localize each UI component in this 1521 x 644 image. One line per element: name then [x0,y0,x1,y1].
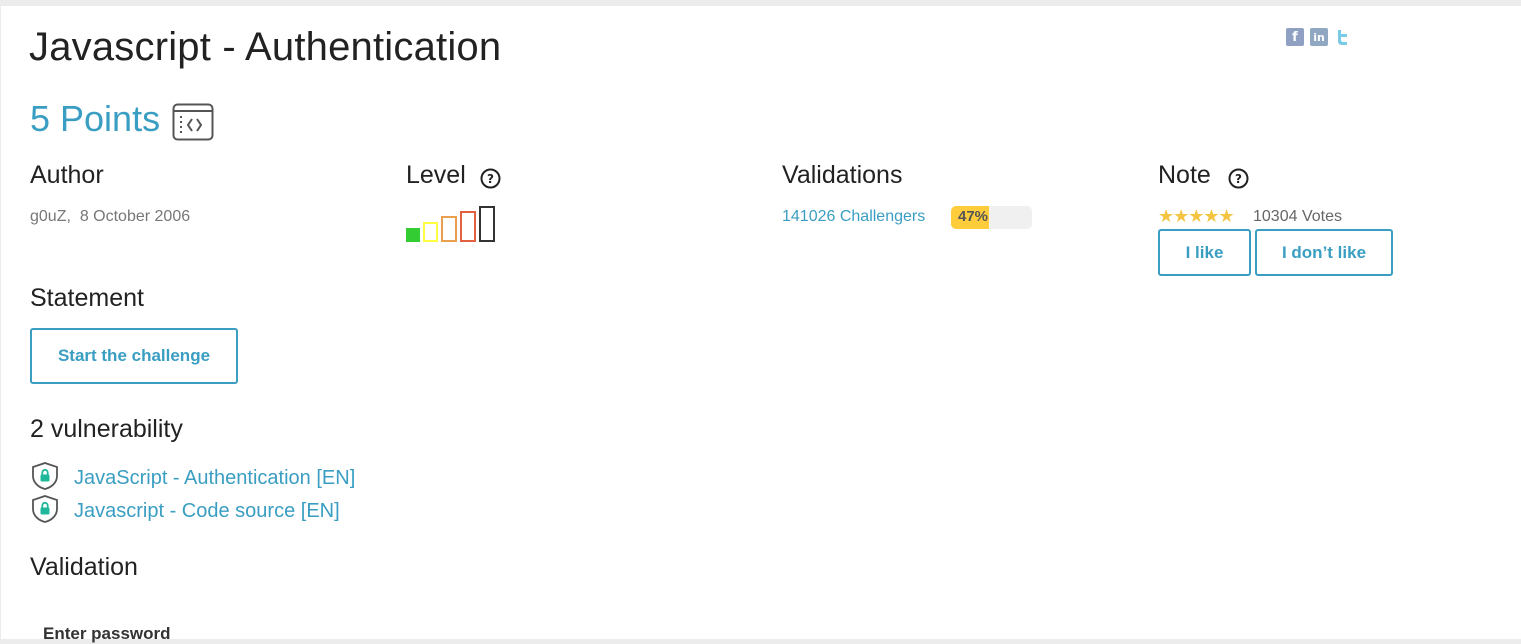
like-button[interactable]: I like [1158,229,1251,276]
challenge-card [1,6,1521,639]
level-help-glyph: ? [487,172,494,186]
vulnerability-item[interactable]: JavaScript - Authentication [EN] [30,461,355,496]
author-info: g0uZ, 8 October 2006 [30,208,191,225]
note-help-icon[interactable]: ? [1228,168,1249,194]
vulnerability-link[interactable]: JavaScript - Authentication [EN] [74,467,355,490]
dislike-button[interactable]: I don’t like [1255,229,1393,276]
level-bar-3 [441,216,457,242]
rating-stars: ★★★★★ [1158,206,1235,226]
level-help-icon[interactable]: ? [480,168,501,194]
validation-heading: Validation [30,553,138,581]
level-bar-2 [423,222,438,242]
web-client-code-icon [172,103,214,146]
facebook-icon[interactable]: f [1286,28,1304,46]
linkedin-icon[interactable]: in [1310,28,1328,46]
page-title: Javascript - Authentication [29,25,502,69]
author-date: 8 October 2006 [79,208,191,225]
vulnerabilities-heading: 2 vulnerability [30,415,183,443]
social-share: f in [1286,28,1352,46]
level-heading: Level [406,161,466,189]
level-bar-4 [460,211,476,242]
validation-percentage-bar: 47% [951,206,1032,229]
twitter-icon[interactable] [1334,28,1352,46]
votes-count: 10304 Votes [1253,208,1342,225]
note-heading: Note [1158,161,1211,189]
author-heading: Author [30,161,104,189]
author-name[interactable]: g0uZ [30,208,66,225]
validations-heading: Validations [782,161,903,189]
password-label: Enter password [43,624,171,643]
vulnerability-item[interactable]: Javascript - Code source [EN] [30,494,340,529]
points-value: 5 Points [30,98,161,139]
level-bar-5 [479,206,495,242]
statement-heading: Statement [30,284,144,312]
validation-percentage-label: 47% [958,208,989,225]
start-challenge-button[interactable]: Start the challenge [30,328,238,384]
level-bar-1 [406,228,420,242]
lock-shield-icon [30,494,60,529]
vulnerability-link[interactable]: Javascript - Code source [EN] [74,500,340,523]
challengers-link[interactable]: 141026 Challengers [782,208,925,226]
note-help-glyph: ? [1235,172,1242,186]
lock-shield-icon [30,461,60,496]
